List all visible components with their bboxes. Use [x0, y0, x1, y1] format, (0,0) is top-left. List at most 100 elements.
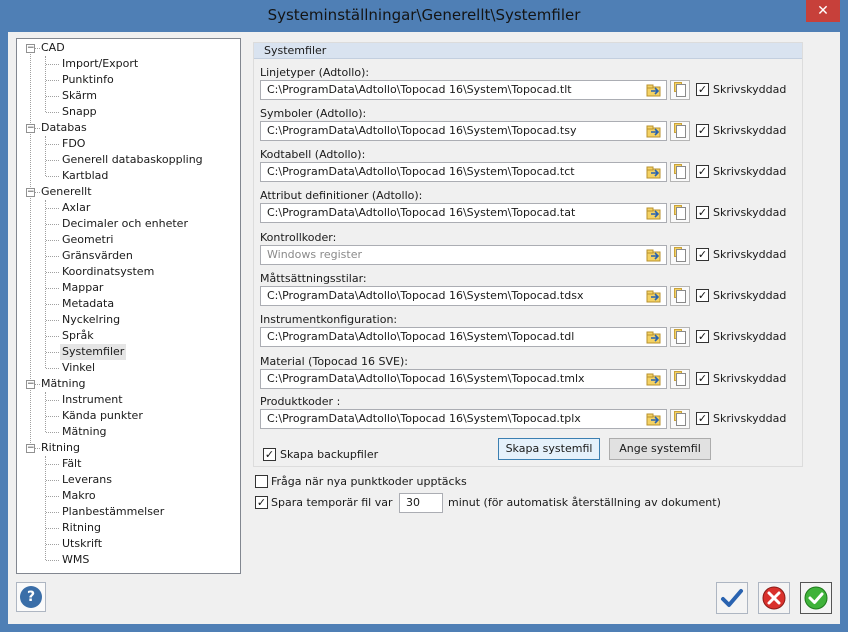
open-file-button[interactable] — [670, 286, 690, 306]
tree-item[interactable]: Axlar — [17, 200, 240, 216]
path-input[interactable]: C:\ProgramData\Adtollo\Topocad 16\System… — [260, 327, 667, 347]
tree-item[interactable]: Kända punkter — [17, 408, 240, 424]
tree-item[interactable]: Språk — [17, 328, 240, 344]
backup-checkbox[interactable]: ✓ — [263, 448, 276, 461]
save-temp-minutes-input[interactable]: 30 — [399, 493, 443, 513]
path-input[interactable]: C:\ProgramData\Adtollo\Topocad 16\System… — [260, 80, 667, 100]
tree-item[interactable]: Makro — [17, 488, 240, 504]
tree-item[interactable]: Systemfiler — [17, 344, 240, 360]
folder-browse-icon[interactable] — [646, 206, 662, 220]
readonly-checkbox[interactable]: ✓ — [696, 124, 709, 137]
tree-item-label: Metadata — [62, 297, 115, 310]
tree-item[interactable]: Utskrift — [17, 536, 240, 552]
tree-item-label: Gränsvärden — [62, 249, 133, 262]
path-input[interactable]: C:\ProgramData\Adtollo\Topocad 16\System… — [260, 369, 667, 389]
tree-item[interactable]: Geometri — [17, 232, 240, 248]
tree-item[interactable]: Planbestämmelser — [17, 504, 240, 520]
tree-item[interactable]: Decimaler och enheter — [17, 216, 240, 232]
tree-node-mätning[interactable]: − Mätning — [17, 376, 240, 392]
tree-item-label: Utskrift — [62, 537, 103, 550]
collapse-icon[interactable]: − — [26, 124, 35, 133]
field-label: Instrumentkonfiguration: — [260, 313, 398, 326]
tree-item[interactable]: Kartblad — [17, 168, 240, 184]
folder-browse-icon[interactable] — [646, 289, 662, 303]
tree-item[interactable]: Snapp — [17, 104, 240, 120]
readonly-checkbox[interactable]: ✓ — [696, 289, 709, 302]
tree-item-label: Skärm — [62, 89, 97, 102]
tree-item[interactable]: Skärm — [17, 88, 240, 104]
readonly-checkbox[interactable]: ✓ — [696, 330, 709, 343]
readonly-checkbox[interactable]: ✓ — [696, 83, 709, 96]
tree-item[interactable]: Vinkel — [17, 360, 240, 376]
open-file-button[interactable] — [670, 203, 690, 223]
ask-new-codes-checkbox[interactable] — [255, 475, 268, 488]
folder-browse-icon[interactable] — [646, 412, 662, 426]
tree-item-label: Snapp — [62, 105, 97, 118]
collapse-icon[interactable]: − — [26, 188, 35, 197]
tree-node-generellt[interactable]: − Generellt — [17, 184, 240, 200]
collapse-icon[interactable]: − — [26, 44, 35, 53]
readonly-checkbox[interactable]: ✓ — [696, 412, 709, 425]
collapse-icon[interactable]: − — [26, 380, 35, 389]
tree-item-label: Mätning — [62, 425, 107, 438]
folder-browse-icon[interactable] — [646, 330, 662, 344]
save-temp-checkbox[interactable]: ✓ — [255, 496, 268, 509]
tree-node-ritning[interactable]: − Ritning — [17, 440, 240, 456]
tree-item[interactable]: Import/Export — [17, 56, 240, 72]
tree-item[interactable]: WMS — [17, 552, 240, 568]
readonly-label: Skrivskyddad — [713, 83, 787, 96]
open-file-button[interactable] — [670, 80, 690, 100]
path-input[interactable]: C:\ProgramData\Adtollo\Topocad 16\System… — [260, 121, 667, 141]
tree-item[interactable]: Instrument — [17, 392, 240, 408]
tree-item[interactable]: Leverans — [17, 472, 240, 488]
apply-button[interactable] — [716, 582, 748, 614]
tree-item-label: Import/Export — [62, 57, 139, 70]
readonly-checkbox[interactable]: ✓ — [696, 165, 709, 178]
open-file-button[interactable] — [670, 327, 690, 347]
tree-item[interactable]: Mätning — [17, 424, 240, 440]
folder-browse-icon[interactable] — [646, 124, 662, 138]
tree-item-label: Axlar — [62, 201, 91, 214]
tree-item[interactable]: FDO — [17, 136, 240, 152]
folder-browse-icon[interactable] — [646, 248, 662, 262]
path-input[interactable]: C:\ProgramData\Adtollo\Topocad 16\System… — [260, 203, 667, 223]
folder-browse-icon[interactable] — [646, 165, 662, 179]
tree-item-label: Mappar — [62, 281, 104, 294]
open-file-button[interactable] — [670, 162, 690, 182]
tree-node-databas[interactable]: − Databas — [17, 120, 240, 136]
tree-item[interactable]: Koordinatsystem — [17, 264, 240, 280]
readonly-checkbox[interactable]: ✓ — [696, 248, 709, 261]
open-file-button[interactable] — [670, 409, 690, 429]
path-input[interactable]: C:\ProgramData\Adtollo\Topocad 16\System… — [260, 409, 667, 429]
specify-systemfile-button[interactable]: Ange systemfil — [609, 438, 711, 460]
path-input[interactable]: Windows register — [260, 245, 667, 265]
tree-item[interactable]: Gränsvärden — [17, 248, 240, 264]
open-file-button[interactable] — [670, 121, 690, 141]
ok-button[interactable] — [800, 582, 832, 614]
collapse-icon[interactable]: − — [26, 444, 35, 453]
readonly-label: Skrivskyddad — [713, 206, 787, 219]
path-input[interactable]: C:\ProgramData\Adtollo\Topocad 16\System… — [260, 162, 667, 182]
open-file-button[interactable] — [670, 369, 690, 389]
tree-item[interactable]: Generell databaskoppling — [17, 152, 240, 168]
close-button[interactable]: ✕ — [806, 0, 840, 22]
tree-item[interactable]: Ritning — [17, 520, 240, 536]
tree-item[interactable]: Punktinfo — [17, 72, 240, 88]
tree-item[interactable]: Nyckelring — [17, 312, 240, 328]
help-button[interactable]: ? — [16, 582, 46, 612]
tree-item[interactable]: Fält — [17, 456, 240, 472]
readonly-checkbox[interactable]: ✓ — [696, 206, 709, 219]
folder-browse-icon[interactable] — [646, 83, 662, 97]
cancel-button[interactable] — [758, 582, 790, 614]
readonly-checkbox[interactable]: ✓ — [696, 372, 709, 385]
save-temp-label: Spara temporär fil var — [271, 496, 393, 509]
tree-item[interactable]: Mappar — [17, 280, 240, 296]
open-file-button[interactable] — [670, 245, 690, 265]
folder-browse-icon[interactable] — [646, 372, 662, 386]
tree-item[interactable]: Metadata — [17, 296, 240, 312]
tree-node-label: Databas — [41, 121, 87, 134]
path-input[interactable]: C:\ProgramData\Adtollo\Topocad 16\System… — [260, 286, 667, 306]
tree-node-cad[interactable]: − CAD — [17, 40, 240, 56]
path-value: C:\ProgramData\Adtollo\Topocad 16\System… — [267, 372, 585, 385]
create-systemfile-button[interactable]: Skapa systemfil — [498, 438, 600, 460]
